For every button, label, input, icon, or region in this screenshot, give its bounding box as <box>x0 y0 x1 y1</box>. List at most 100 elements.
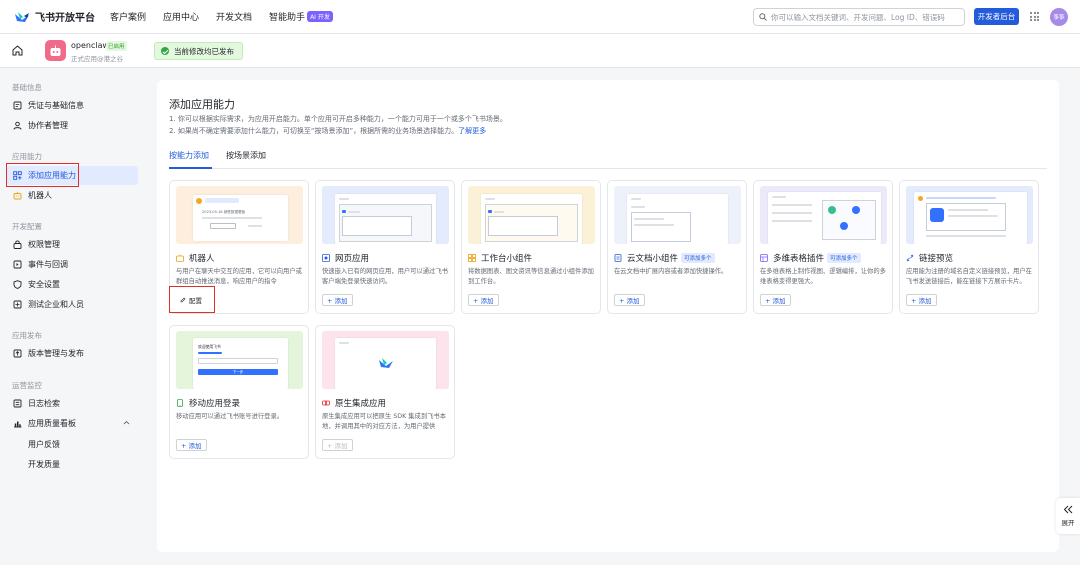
top-navbar: 飞书开放平台 客户案例 应用中心 开发文档 智能助手AI 开发 开发者后台 筝筝 <box>0 0 1080 34</box>
search-box[interactable] <box>753 8 965 26</box>
card-title: 原生集成应用 <box>322 397 386 409</box>
developer-console-button[interactable]: 开发者后台 <box>974 8 1019 25</box>
card-title: 工作台小组件 <box>468 252 532 264</box>
bitable-thumbnail <box>760 186 887 244</box>
card-title: 链接预览 <box>906 252 953 264</box>
add-button[interactable]: + 添加 <box>176 439 207 451</box>
card-description: 快速嵌入已有的网页应用，用户可以通过飞书客户端免登录快速访问。 <box>322 268 448 285</box>
sidebar-item-label: 应用质量看板 <box>28 419 76 428</box>
sidebar-item-label: 版本管理与发布 <box>28 349 84 358</box>
description-line-2-text: 2. 如果尚不确定需要添加什么能力，可切换至“按场景添加”，根据所需的业务场景选… <box>169 127 459 135</box>
sidebar-subitem-dev-quality[interactable]: 开发质量 <box>28 459 60 470</box>
sidebar-item-logs[interactable]: 日志检索 <box>6 394 138 413</box>
description-line-2: 2. 如果尚不确定需要添加什么能力，可切换至“按场景添加”，根据所需的业务场景选… <box>169 126 486 136</box>
card-title-text: 链接预览 <box>919 254 954 264</box>
capability-card-bitable-plugin[interactable]: 多维表格插件 可添加多个 在多维表格上制作视图、逻辑编排，让你的多维表格变得更强大… <box>753 180 893 314</box>
description-line-1: 1. 你可以根据实际需求，为应用开启能力。单个应用可开启多种能力，一个能力可用于… <box>169 115 507 123</box>
mobile-icon <box>176 399 184 407</box>
user-icon <box>13 121 22 130</box>
web-icon <box>322 254 330 262</box>
search-input[interactable] <box>771 12 956 22</box>
chevron-up-icon[interactable] <box>123 420 130 425</box>
nav-link-cases[interactable]: 客户案例 <box>110 10 146 23</box>
sidebar-item-label: 日志检索 <box>28 399 60 408</box>
avatar[interactable]: 筝筝 <box>1050 8 1068 26</box>
sidebar-item-permissions[interactable]: 权限管理 <box>6 235 138 254</box>
sidebar-subitem-feedback[interactable]: 用户反馈 <box>28 439 60 450</box>
logo-text: 飞书开放平台 <box>35 13 95 24</box>
sidebar-item-label: 权限管理 <box>28 240 60 249</box>
bot-thumb-date: 2023.05.18 销售数据看板 <box>202 210 246 214</box>
card-title-text: 工作台小组件 <box>481 254 533 264</box>
sidebar-item-test-tenant[interactable]: 测试企业和人员 <box>6 295 138 314</box>
highlight-box <box>169 286 215 313</box>
multi-badge: 可添加多个 <box>681 253 715 263</box>
main-panel: 添加应用能力 1. 你可以根据实际需求，为应用开启能力。单个应用可开启多种能力，… <box>157 80 1059 552</box>
sidebar-item-collaborators[interactable]: 协作者管理 <box>6 116 138 135</box>
sidebar-group-release: 应用发布 <box>12 331 42 340</box>
card-title-text: 原生集成应用 <box>335 399 387 409</box>
tab-underline <box>169 167 212 169</box>
sidebar-item-credentials[interactable]: 凭证与基础信息 <box>6 96 138 115</box>
search-icon <box>759 13 767 21</box>
logo[interactable]: 飞书开放平台 <box>14 9 100 24</box>
check-circle-icon <box>161 47 169 55</box>
add-button-disabled[interactable]: + 添加 <box>322 439 353 451</box>
status-badge: 已启用 <box>106 41 127 51</box>
bot-thumbnail: 2023.05.18 销售数据看板 <box>176 186 303 244</box>
capability-card-native-app[interactable]: 原生集成应用 原生集成应用可以把原生 SDK 集成到飞书本地，并调用其中的对应方… <box>315 325 455 459</box>
sidebar-item-bot[interactable]: 机器人 <box>6 186 138 205</box>
capability-card-workplace-widget[interactable]: 工作台小组件 将数据图表、图文资讯等信息通过小组件添加到工作台。 + 添加 <box>461 180 601 314</box>
publish-notice-text: 当前修改均已发布 <box>174 46 234 56</box>
highlight-box <box>6 163 79 187</box>
nav-link-app-center[interactable]: 应用中心 <box>163 10 199 23</box>
sidebar-group-monitor: 运营监控 <box>12 381 42 390</box>
tab-by-scenario[interactable]: 按场景添加 <box>226 150 266 161</box>
card-title: 机器人 <box>176 252 215 264</box>
feishu-logo-icon <box>14 11 30 23</box>
shield-icon <box>13 280 22 289</box>
sidebar-item-versions[interactable]: 版本管理与发布 <box>6 344 138 363</box>
apps-grid-icon[interactable] <box>1030 12 1039 21</box>
add-button[interactable]: + 添加 <box>760 294 791 306</box>
double-chevron-left-icon <box>1063 505 1073 514</box>
home-icon[interactable] <box>12 45 23 56</box>
login-thumb-button: 下一步 <box>198 369 278 375</box>
add-button[interactable]: + 添加 <box>468 294 499 306</box>
native-link-icon <box>322 399 330 407</box>
expand-button[interactable]: 展开 <box>1056 498 1080 534</box>
capability-card-doc-widget[interactable]: 云文档小组件 可添加多个 在云文档中扩展内容或者添加快捷操作。 + 添加 <box>607 180 747 314</box>
sidebar-item-label: 事件与回调 <box>28 260 68 269</box>
nav-link-docs[interactable]: 开发文档 <box>216 10 252 23</box>
web-app-thumbnail <box>322 186 449 244</box>
card-description: 与用户在聊天中交互的应用，它可以向用户或群组自动推送消息，响应用户的指令 <box>176 268 302 285</box>
card-description: 应用能为注册的域名自定义链接预览，用户在飞书发送链接后，能在链接下方展示卡片。 <box>906 268 1032 285</box>
card-title-text: 多维表格插件 <box>773 254 825 264</box>
card-title-text: 网页应用 <box>335 254 370 264</box>
capability-card-web-app[interactable]: 网页应用 快速嵌入已有的网页应用，用户可以通过飞书客户端免登录快速访问。 + 添… <box>315 180 455 314</box>
card-title-text: 机器人 <box>189 254 215 264</box>
test-icon <box>13 300 22 309</box>
nav-link-assistant-label: 智能助手 <box>269 13 306 23</box>
add-button[interactable]: + 添加 <box>614 294 645 306</box>
add-button[interactable]: + 添加 <box>906 294 937 306</box>
capability-card-link-preview[interactable]: 链接预览 应用能为注册的域名自定义链接预览，用户在飞书发送链接后，能在链接下方展… <box>899 180 1039 314</box>
sidebar-item-quality[interactable]: 应用质量看板 <box>6 414 138 433</box>
mobile-login-thumbnail: 欢迎使用飞书 下一步 <box>176 331 303 389</box>
card-description: 在多维表格上制作视图、逻辑编排，让你的多维表格变得更强大。 <box>760 268 886 285</box>
app-header: openclaw 已启用 正式应用@港之谷 当前修改均已发布 <box>0 34 1080 68</box>
tab-by-capability[interactable]: 按能力添加 <box>169 150 209 161</box>
login-thumb-title: 欢迎使用飞书 <box>198 344 221 349</box>
nav-link-assistant[interactable]: 智能助手 AI 开发 <box>269 10 333 23</box>
learn-more-link[interactable]: 了解更多 <box>458 127 486 135</box>
doc-icon <box>614 254 622 262</box>
capability-card-mobile-login[interactable]: 欢迎使用飞书 下一步 移动应用登录 移动应用可以通过飞书账号进行登录。 + 添加 <box>169 325 309 459</box>
sidebar-item-events[interactable]: 事件与回调 <box>6 255 138 274</box>
bot-icon <box>13 191 22 200</box>
add-button[interactable]: + 添加 <box>322 294 353 306</box>
app-name: openclaw <box>71 41 110 50</box>
sidebar-item-security[interactable]: 安全设置 <box>6 275 138 294</box>
key-icon <box>13 240 22 249</box>
link-icon <box>906 254 914 262</box>
tab-bar: 按能力添加 按场景添加 <box>169 150 1047 169</box>
